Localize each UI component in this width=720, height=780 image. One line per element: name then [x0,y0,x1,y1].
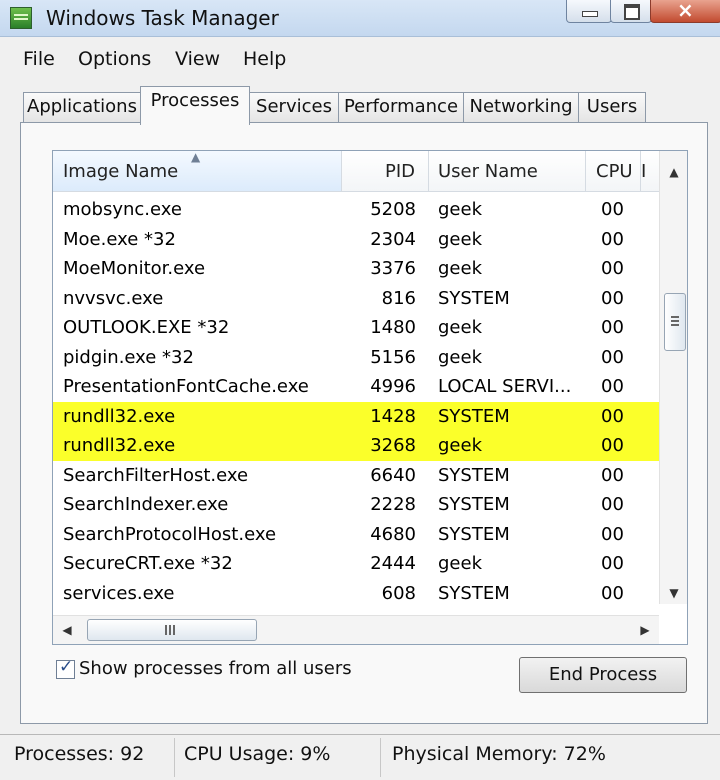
maximize-button[interactable] [610,0,652,23]
status-bar: Processes: 92 CPU Usage: 9% Physical Mem… [0,734,720,780]
physical-memory: Physical Memory: 72% [392,743,606,765]
table-row[interactable]: nvvsvc.exe 816 SYSTEM 00 [53,284,659,314]
show-all-processes-checkbox[interactable]: ✓ [56,657,75,679]
menu-file[interactable]: File [23,48,55,70]
cpu-usage: CPU Usage: 9% [184,743,331,765]
table-row[interactable]: PresentationFontCache.exe 4996 LOCAL SER… [53,372,659,402]
sort-up-icon: ▲ [191,150,201,164]
table-row[interactable]: SearchFilterHost.exe 6640 SYSTEM 00 [53,461,659,491]
check-icon: ✓ [59,657,74,677]
table-row[interactable]: SearchIndexer.exe 2228 SYSTEM 00 [53,490,659,520]
tab-networking[interactable]: Networking [463,92,579,123]
process-rows: mobsync.exe 5208 geek 00 Moe.exe *32 230… [53,195,659,608]
tab-users[interactable]: Users [578,92,646,123]
processes-count: Processes: 92 [14,743,145,765]
table-row[interactable]: services.exe 608 SYSTEM 00 [53,579,659,609]
table-row[interactable]: OUTLOOK.EXE *32 1480 geek 00 [53,313,659,343]
end-process-button[interactable]: End Process [519,657,687,693]
menu-bar: File Options View Help [0,40,720,78]
title-bar[interactable]: Windows Task Manager × [0,0,720,37]
tab-performance[interactable]: Performance [338,92,464,123]
grip-icon [165,625,167,635]
minimize-button[interactable] [566,0,612,23]
scroll-left-icon[interactable]: ◀ [53,616,81,644]
status-divider [380,738,381,777]
close-icon: × [677,0,694,22]
table-row[interactable]: Moe.exe *32 2304 geek 00 [53,225,659,255]
vertical-scroll-thumb[interactable] [664,293,686,351]
column-user-name[interactable]: User Name [429,151,586,191]
show-all-processes-label: Show processes from all users [79,658,352,679]
table-row[interactable]: mobsync.exe 5208 geek 00 [53,195,659,225]
column-image-name[interactable]: ▲ Image Name [53,151,342,191]
tab-processes[interactable]: Processes [140,86,250,125]
grip-icon [671,316,679,318]
horizontal-scrollbar[interactable]: ◀ ▶ [53,615,659,644]
process-list[interactable]: ▲ Image Name PID User Name CPU I mobsync… [52,150,688,645]
table-row[interactable]: pidgin.exe *32 5156 geek 00 [53,343,659,373]
table-row[interactable]: SearchProtocolHost.exe 4680 SYSTEM 00 [53,520,659,550]
maximize-icon [624,4,640,20]
table-row[interactable]: SecureCRT.exe *32 2444 geek 00 [53,549,659,579]
close-button[interactable]: × [650,0,720,23]
table-row[interactable]: MoeMonitor.exe 3376 geek 00 [53,254,659,284]
window-title: Windows Task Manager [46,6,279,30]
vertical-scrollbar[interactable]: ▲ ▼ [659,151,687,604]
menu-options[interactable]: Options [78,48,151,70]
column-cpu[interactable]: CPU [586,151,641,191]
column-next-partial: I [641,161,647,182]
column-pid[interactable]: PID [342,151,429,191]
menu-view[interactable]: View [175,48,220,70]
scroll-up-icon[interactable]: ▲ [660,161,687,183]
tab-applications[interactable]: Applications [23,92,141,123]
menu-help[interactable]: Help [243,48,286,70]
table-row-highlighted[interactable]: rundll32.exe 1428 SYSTEM 00 [53,401,659,431]
status-divider [174,738,175,777]
horizontal-scroll-thumb[interactable] [87,619,257,641]
tab-services[interactable]: Services [249,92,339,123]
table-header: ▲ Image Name PID User Name CPU I [53,151,659,192]
table-row-highlighted[interactable]: rundll32.exe 3268 geek 00 [53,431,659,461]
minimize-icon [582,11,598,17]
scroll-down-icon[interactable]: ▼ [660,582,687,604]
scroll-right-icon[interactable]: ▶ [631,616,659,644]
task-manager-icon [10,7,32,29]
task-manager-window: Windows Task Manager × File Options View… [0,0,720,780]
